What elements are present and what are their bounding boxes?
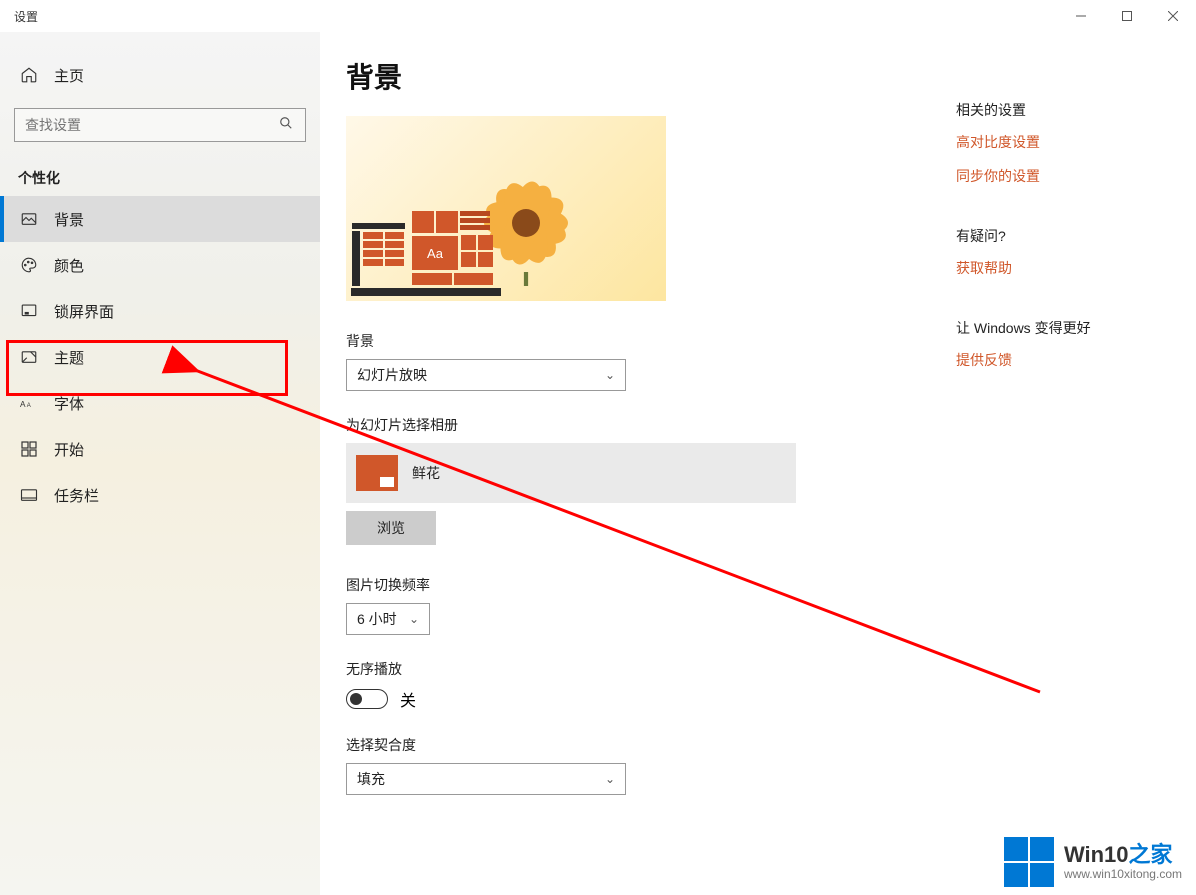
nav-label: 任务栏 — [54, 485, 99, 506]
nav-colors[interactable]: 颜色 — [0, 242, 320, 288]
dropdown-value: 填充 — [357, 769, 385, 789]
nav-background[interactable]: 背景 — [0, 196, 320, 242]
search-icon — [279, 116, 295, 135]
picture-icon — [18, 208, 40, 230]
album-row[interactable]: 鲜花 — [346, 443, 796, 503]
nav-label: 锁屏界面 — [54, 301, 114, 322]
frequency-dropdown[interactable]: 6 小时 ⌄ — [346, 603, 430, 635]
related-heading: 相关的设置 — [956, 100, 1166, 120]
nav-label: 字体 — [54, 393, 84, 414]
desktop-preview: Aa — [346, 116, 666, 301]
fit-dropdown[interactable]: 填充 ⌄ — [346, 763, 626, 795]
home-icon — [18, 64, 40, 86]
page-title: 背景 — [346, 56, 1170, 96]
section-title: 个性化 — [0, 142, 320, 196]
theme-icon — [18, 346, 40, 368]
taskbar-icon — [18, 484, 40, 506]
shuffle-value: 关 — [400, 687, 416, 711]
album-thumbnail — [356, 455, 398, 491]
minimize-button[interactable] — [1058, 0, 1104, 32]
get-help-link[interactable]: 获取帮助 — [956, 258, 1166, 278]
start-icon — [18, 438, 40, 460]
nav-fonts[interactable]: AA 字体 — [0, 380, 320, 426]
nav-label: 主题 — [54, 347, 84, 368]
shuffle-toggle[interactable] — [346, 689, 388, 709]
search-input-container[interactable] — [14, 108, 306, 142]
background-dropdown[interactable]: 幻灯片放映 ⌄ — [346, 359, 626, 391]
nav-start[interactable]: 开始 — [0, 426, 320, 472]
dropdown-value: 幻灯片放映 — [357, 365, 427, 385]
nav-label: 背景 — [54, 209, 84, 230]
nav-label: 颜色 — [54, 255, 84, 276]
nav-taskbar[interactable]: 任务栏 — [0, 472, 320, 518]
improve-heading: 让 Windows 变得更好 — [956, 318, 1166, 338]
feedback-link[interactable]: 提供反馈 — [956, 350, 1166, 370]
chevron-down-icon: ⌄ — [605, 368, 615, 382]
maximize-button[interactable] — [1104, 0, 1150, 32]
album-name: 鲜花 — [412, 463, 440, 483]
search-input[interactable] — [25, 117, 279, 133]
palette-icon — [18, 254, 40, 276]
dropdown-value: 6 小时 — [357, 609, 397, 629]
high-contrast-link[interactable]: 高对比度设置 — [956, 132, 1166, 152]
shuffle-label: 无序播放 — [346, 659, 1170, 679]
preview-aa-tile: Aa — [412, 236, 458, 270]
close-button[interactable] — [1150, 0, 1196, 32]
frequency-label: 图片切换频率 — [346, 575, 1170, 595]
sync-settings-link[interactable]: 同步你的设置 — [956, 166, 1166, 186]
chevron-down-icon: ⌄ — [409, 612, 419, 626]
font-icon: AA — [18, 392, 40, 414]
browse-button[interactable]: 浏览 — [346, 511, 436, 545]
chevron-down-icon: ⌄ — [605, 772, 615, 786]
lockscreen-icon — [18, 300, 40, 322]
svg-text:A: A — [20, 400, 26, 409]
watermark: Win10之家 www.win10xitong.com — [1004, 837, 1182, 887]
question-heading: 有疑问? — [956, 226, 1166, 246]
nav-lockscreen[interactable]: 锁屏界面 — [0, 288, 320, 334]
nav-themes[interactable]: 主题 — [0, 334, 320, 380]
album-label: 为幻灯片选择相册 — [346, 415, 1170, 435]
home-link[interactable]: 主页 — [0, 56, 320, 94]
nav-label: 开始 — [54, 439, 84, 460]
svg-text:A: A — [27, 403, 31, 409]
window-title: 设置 — [14, 8, 38, 25]
home-label: 主页 — [54, 65, 84, 86]
fit-label: 选择契合度 — [346, 735, 1170, 755]
